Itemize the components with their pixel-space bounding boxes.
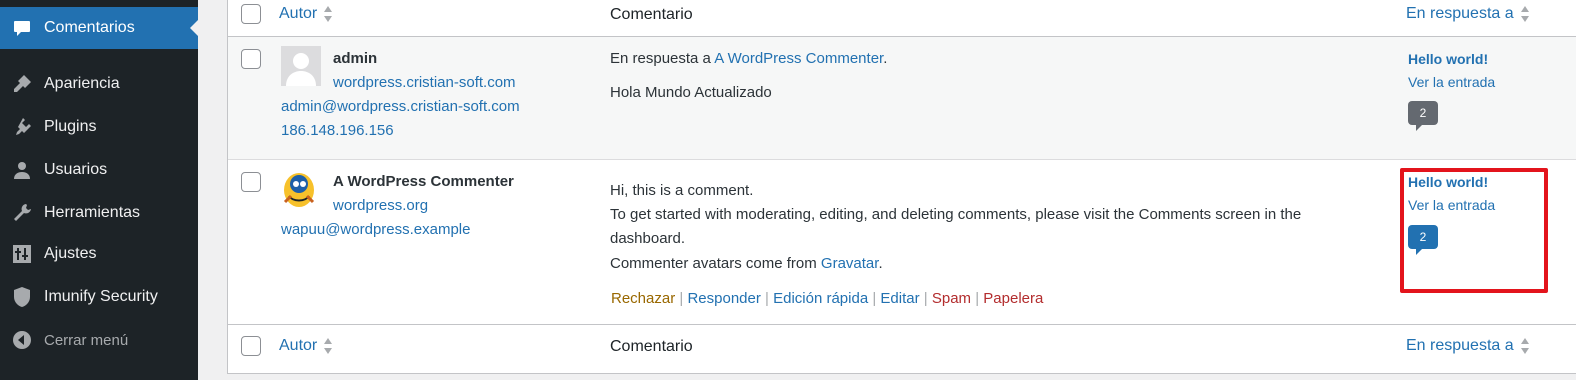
table-footer: Autor Comentario En respuesta a (228, 324, 1576, 374)
column-comment-label: Comentario (610, 338, 693, 355)
table-header: Autor Comentario En respuesta a (228, 0, 1576, 37)
author-url-link[interactable]: wordpress.org (333, 197, 428, 214)
column-author-sort-footer[interactable]: Autor (279, 337, 333, 355)
sidebar-item-label: Imunify Security (44, 288, 158, 305)
comment-icon (10, 16, 34, 40)
column-response-sort[interactable]: En respuesta a (1406, 5, 1530, 23)
row-actions: Rechazar | Responder | Edición rápida | … (611, 290, 1043, 307)
author-email-link[interactable]: admin@wordpress.cristian-soft.com (281, 98, 520, 115)
plugin-icon (10, 115, 34, 139)
column-author-label: Autor (279, 5, 318, 22)
sidebar-item-ajustes[interactable]: Ajustes (0, 233, 198, 275)
sort-icon (1520, 5, 1530, 23)
settings-icon (10, 242, 34, 266)
column-response-label: En respuesta a (1406, 5, 1514, 22)
sidebar-item-label: Comentarios (44, 19, 135, 36)
sort-icon (323, 337, 333, 355)
select-all-checkbox[interactable] (241, 4, 261, 24)
action-separator: | (765, 290, 769, 307)
sidebar-item-label: Herramientas (44, 204, 141, 221)
comment-count-bubble[interactable]: 2 (1408, 101, 1438, 131)
avatar-line-suffix: . (878, 255, 883, 272)
collapse-menu-label: Cerrar menú (44, 331, 129, 349)
edit-link[interactable]: Editar (880, 290, 919, 307)
author-ip-link[interactable]: 186.148.196.156 (281, 122, 394, 139)
highlight-annotation-box (1400, 168, 1548, 293)
comment-line: Hi, this is a comment. (610, 182, 754, 199)
sidebar-item-apariencia[interactable]: Apariencia (0, 63, 198, 105)
table-row: admin wordpress.cristian-soft.com admin@… (228, 37, 1576, 160)
column-response-label: En respuesta a (1406, 337, 1514, 354)
comment-avatar-line: Commenter avatars come from Gravatar. (610, 255, 883, 272)
gravatar-link[interactable]: Gravatar (821, 255, 879, 272)
wrench-icon (10, 201, 34, 225)
row-checkbox[interactable] (241, 49, 261, 69)
sidebar-item-usuarios[interactable]: Usuarios (0, 149, 198, 191)
view-post-link[interactable]: Ver la entrada (1408, 74, 1495, 90)
reply-to-link[interactable]: A WordPress Commenter (714, 50, 883, 67)
reject-link[interactable]: Rechazar (611, 290, 675, 307)
collapse-menu-button[interactable]: Cerrar menú (0, 319, 198, 361)
user-icon (10, 158, 34, 182)
wapuu-avatar (281, 170, 321, 210)
paintbrush-icon (10, 72, 34, 96)
comment-line: To get started with moderating, editing,… (610, 206, 1302, 223)
sidebar-item-label: Usuarios (44, 161, 108, 178)
action-separator: | (679, 290, 684, 307)
sort-icon (323, 5, 333, 23)
post-title-link[interactable]: Hello world! (1408, 51, 1488, 67)
shield-icon (10, 285, 34, 309)
select-all-checkbox-footer[interactable] (241, 336, 261, 356)
author-url-link[interactable]: wordpress.cristian-soft.com (333, 74, 516, 91)
collapse-icon (10, 328, 34, 352)
sidebar-item-plugins[interactable]: Plugins (0, 106, 198, 148)
comments-table: Autor Comentario En respuesta a admin wo… (227, 0, 1576, 374)
quick-edit-link[interactable]: Edición rápida (773, 290, 868, 307)
reply-context: En respuesta a A WordPress Commenter. (610, 50, 887, 67)
column-author-sort[interactable]: Autor (279, 5, 333, 23)
sidebar-item-herramientas[interactable]: Herramientas (0, 192, 198, 234)
comment-author-name: admin (333, 50, 378, 67)
sidebar-item-comentarios[interactable]: Comentarios (0, 7, 198, 49)
action-separator: | (975, 290, 980, 307)
sort-icon (1520, 337, 1530, 355)
action-separator: | (872, 290, 877, 307)
author-email-link[interactable]: wapuu@wordpress.example (281, 221, 471, 238)
admin-sidebar: Comentarios Apariencia Plugins Usuarios … (0, 0, 198, 380)
column-author-label: Autor (279, 337, 318, 354)
column-comment-label: Comentario (610, 6, 693, 23)
trash-link[interactable]: Papelera (983, 290, 1043, 307)
sidebar-item-label: Apariencia (44, 75, 120, 92)
action-separator: | (923, 290, 928, 307)
column-response-sort-footer[interactable]: En respuesta a (1406, 337, 1530, 355)
comment-author-name: A WordPress Commenter (333, 173, 514, 190)
sidebar-item-label: Plugins (44, 118, 97, 135)
reply-link[interactable]: Responder (687, 290, 760, 307)
sidebar-item-imunify-security[interactable]: Imunify Security (0, 276, 198, 318)
comment-line: dashboard. (610, 230, 686, 247)
reply-suffix: . (883, 50, 888, 67)
comment-text: Hola Mundo Actualizado (610, 84, 772, 101)
spam-link[interactable]: Spam (932, 290, 971, 307)
reply-prefix: En respuesta a (610, 50, 711, 67)
avatar (281, 46, 321, 86)
table-row: A WordPress Commenter wordpress.org wapu… (228, 160, 1576, 324)
avatar-line-prefix: Commenter avatars come from (610, 255, 817, 272)
sidebar-item-label: Ajustes (44, 245, 97, 262)
row-checkbox[interactable] (241, 172, 261, 192)
